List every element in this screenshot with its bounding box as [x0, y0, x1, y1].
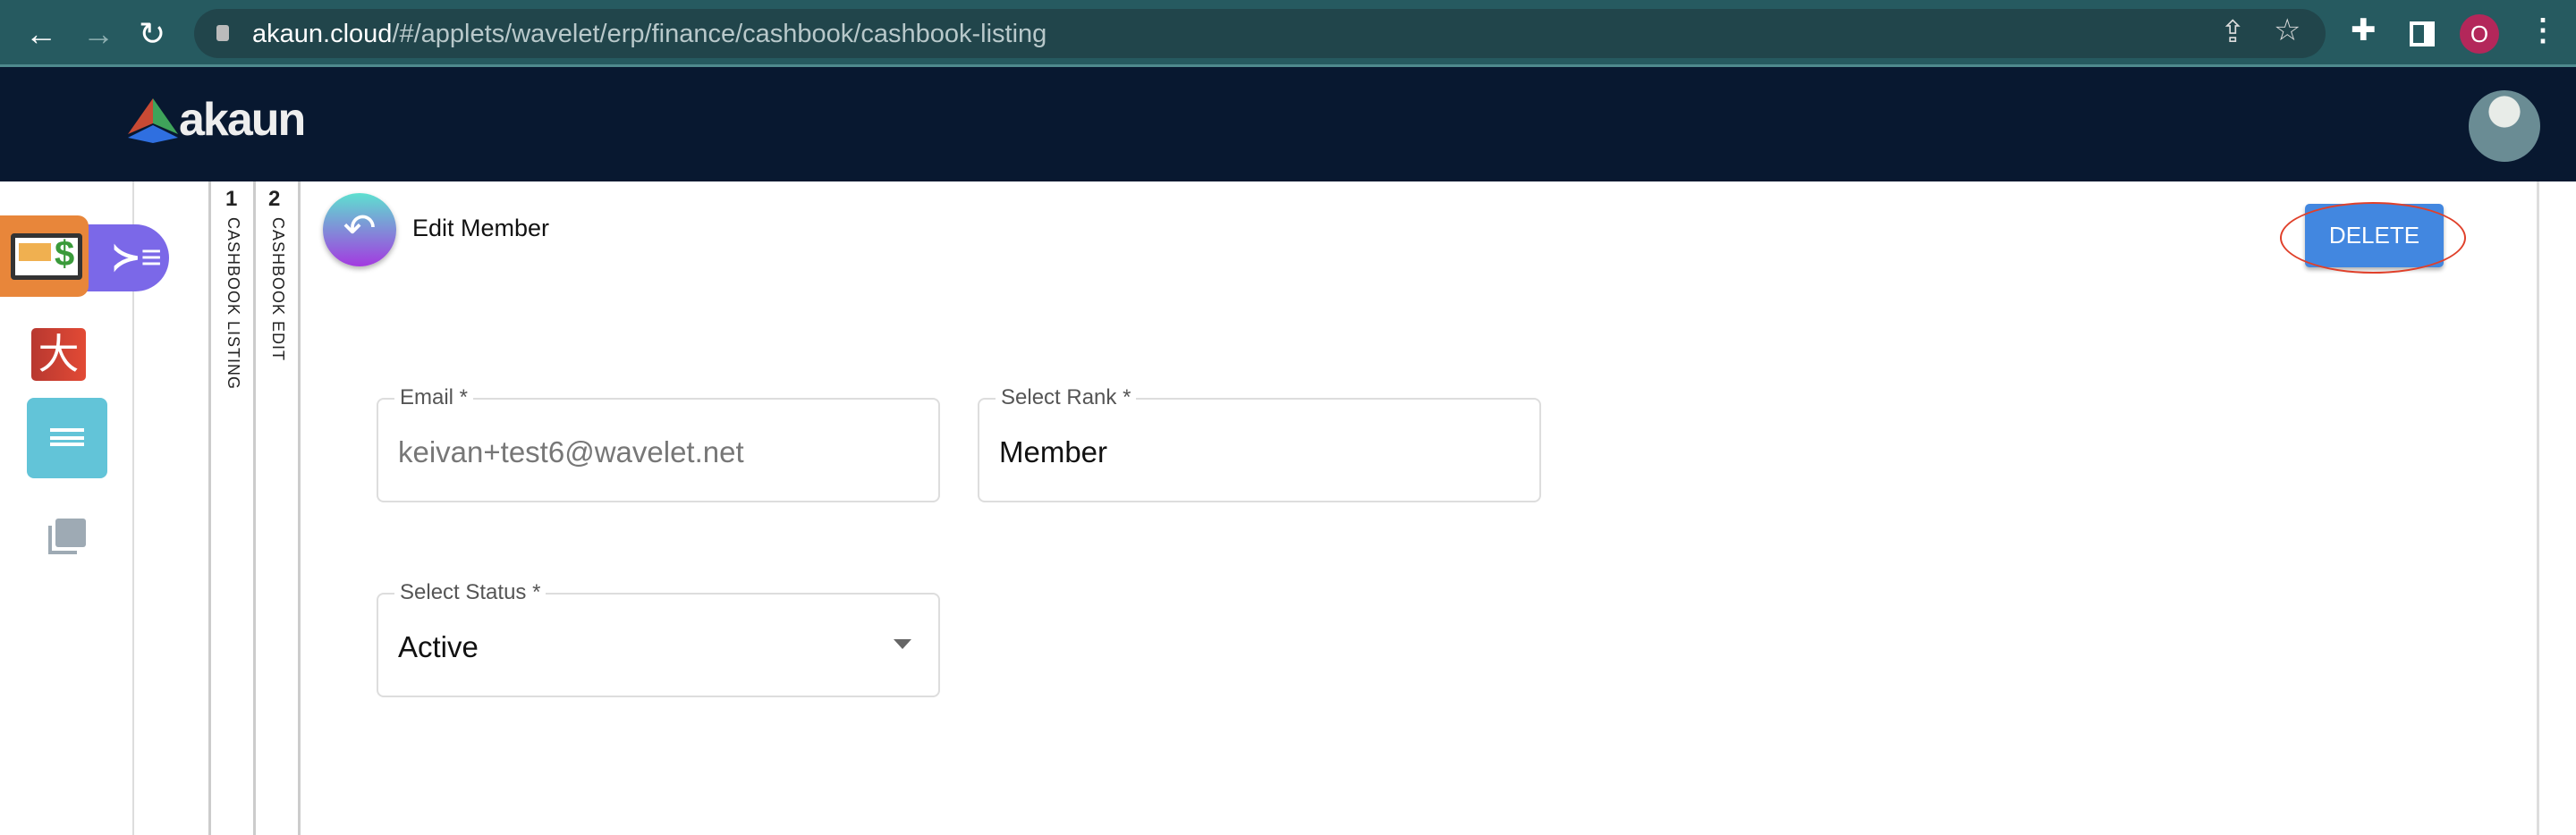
- reload-icon[interactable]: ↻: [139, 16, 165, 52]
- sidebar-item-cashbook[interactable]: ≻≡ $: [0, 215, 169, 297]
- page-title: Edit Member: [412, 215, 550, 241]
- lock-icon: [216, 25, 229, 41]
- rank-select[interactable]: Select Rank * Member: [978, 385, 1541, 502]
- url-path: /#/applets/wavelet/erp/finance/cashbook/…: [392, 20, 1047, 48]
- tab-cashbook-listing[interactable]: 1 CASHBOOK LISTING: [208, 181, 242, 835]
- akaun-logo-icon: [128, 98, 178, 143]
- dropdown-arrow-icon[interactable]: [894, 639, 911, 649]
- tab-divider: [298, 181, 301, 835]
- app-header: [0, 67, 2576, 181]
- url-text: akaun.cloud/#/applets/wavelet/erp/financ…: [252, 20, 1046, 49]
- forward-arrow-icon[interactable]: →: [82, 16, 114, 52]
- logo-text: akaun: [179, 94, 306, 146]
- extensions-icon[interactable]: ✚: [2351, 13, 2377, 48]
- status-label: Select Status *: [394, 580, 547, 605]
- content-border: [2537, 181, 2539, 835]
- side-panel-icon[interactable]: [2410, 21, 2435, 46]
- star-icon[interactable]: ☆: [2274, 13, 2301, 48]
- menu-dots-icon[interactable]: ⋮: [2528, 13, 2558, 48]
- delete-button[interactable]: DELETE: [2305, 204, 2444, 267]
- email-value: keivan+test6@wavelet.net: [398, 435, 744, 468]
- tab-number: 1: [225, 187, 238, 211]
- menu-expand-icon: ≻≡: [111, 238, 162, 277]
- email-field[interactable]: Email * keivan+test6@wavelet.net: [377, 385, 940, 502]
- books-icon[interactable]: [48, 519, 86, 554]
- share-icon[interactable]: ⇪: [2220, 14, 2246, 50]
- email-label: Email *: [394, 385, 474, 410]
- address-bar[interactable]: akaun.cloud/#/applets/wavelet/erp/financ…: [194, 9, 2326, 58]
- rank-label: Select Rank *: [996, 385, 1137, 410]
- browser-toolbar: ← → ↻ akaun.cloud/#/applets/wavelet/erp/…: [0, 0, 2576, 67]
- cashbook-icon: $: [11, 233, 82, 280]
- tab-number: 2: [268, 187, 281, 211]
- app-red-icon[interactable]: 大: [31, 328, 86, 381]
- reply-arrow-icon: ↶: [343, 207, 377, 250]
- tab-label: CASHBOOK EDIT: [269, 217, 287, 362]
- profile-avatar[interactable]: O: [2460, 14, 2499, 54]
- rank-value: Member: [999, 435, 1108, 468]
- url-domain: akaun.cloud: [252, 20, 393, 48]
- tab-label: CASHBOOK LISTING: [225, 217, 242, 391]
- list-icon[interactable]: [27, 398, 107, 478]
- back-button[interactable]: ↶: [323, 193, 396, 266]
- user-avatar[interactable]: [2469, 90, 2540, 162]
- status-value: Active: [398, 630, 479, 663]
- status-select[interactable]: Select Status * Active: [377, 580, 940, 697]
- tab-cashbook-edit[interactable]: 2 CASHBOOK EDIT: [253, 181, 287, 835]
- back-arrow-icon[interactable]: ←: [25, 16, 57, 52]
